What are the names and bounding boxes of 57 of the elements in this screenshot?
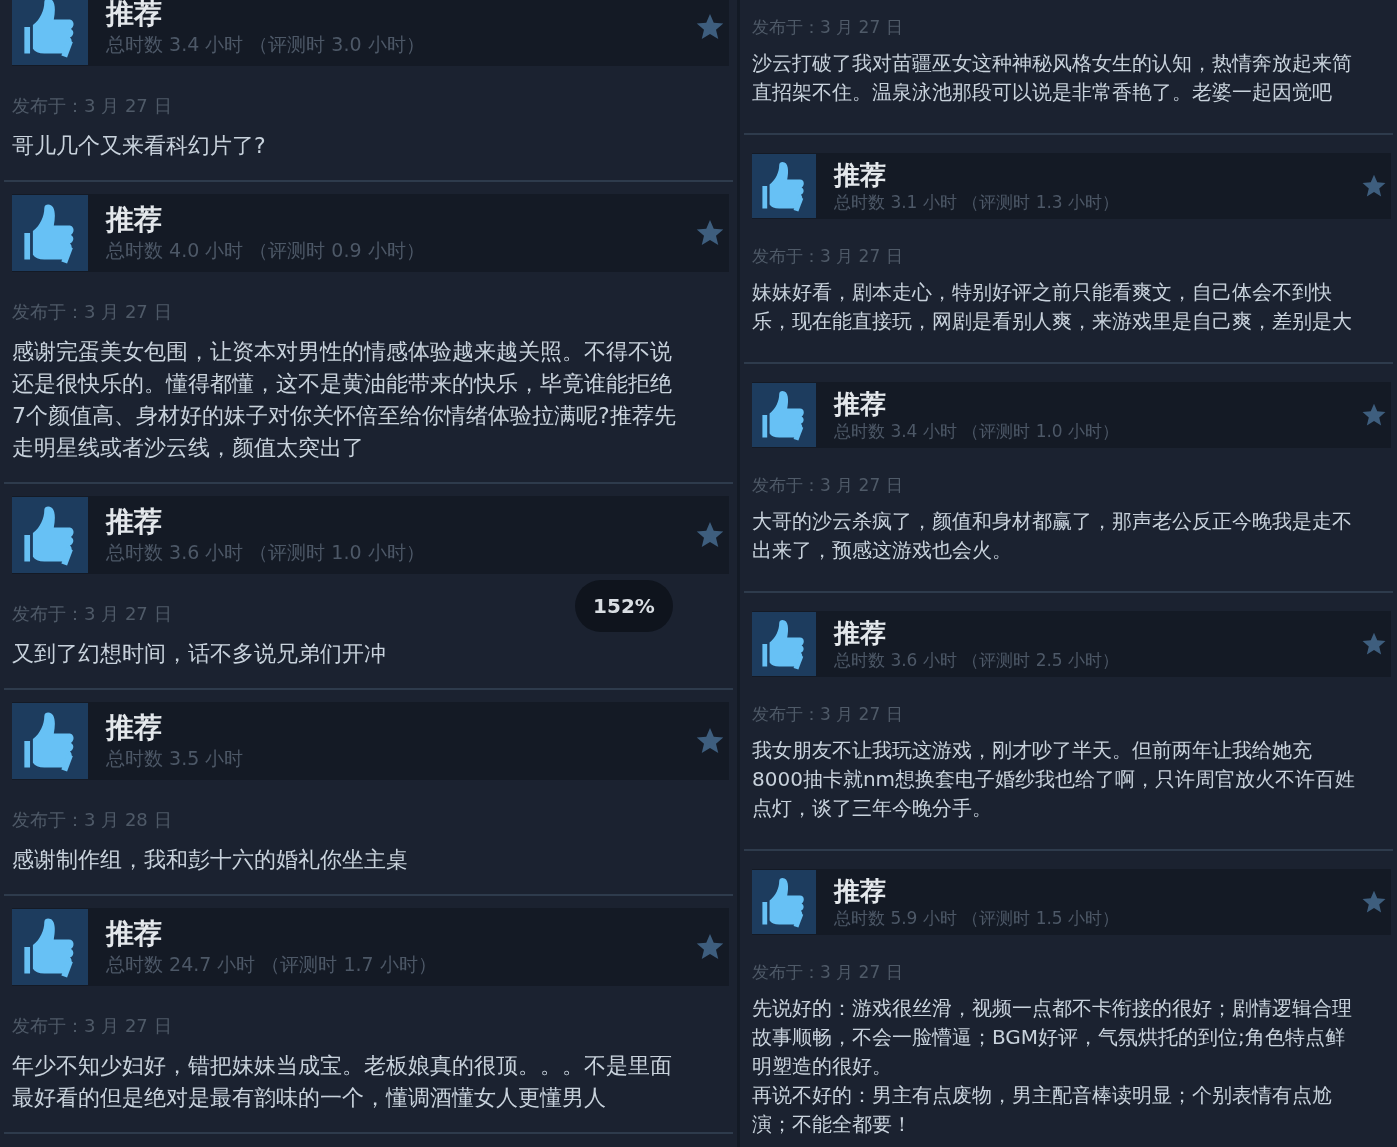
thumbs-up-icon	[752, 154, 816, 218]
review-text: 又到了幻想时间，话不多说兄弟们开冲	[12, 640, 387, 668]
review-text: 感谢完蛋美女包围，让资本对男性的情感体验越来越关照。不得不说 还是很快乐的。懂得都懂，这不是黄油能带来的快乐，毕竟谁能拒绝 7个颜值高、身材好的妹子对你关怀倍至给你情绪体验拉满呢?推荐先 走明星线或者沙云线，颜值太突出了	[12, 338, 677, 462]
recommend-label: 推荐	[834, 617, 887, 649]
thumbs-up-icon	[752, 612, 816, 676]
zoom-indicator: 152%	[575, 580, 673, 632]
thumbs-up-icon	[12, 0, 88, 65]
star-icon[interactable]	[695, 520, 725, 550]
thumbs-up-icon	[752, 383, 816, 447]
playtime-text: 总时数 3.6 小时 （评测时 1.0 小时）	[106, 540, 426, 565]
review-text: 沙云打破了我对苗疆巫女这种神秘风格女生的认知，热情奔放起来简 直招架不住。温泉泳池那段可以说是非常香艳了。老婆一起因觉吧	[752, 50, 1353, 106]
recommend-label: 推荐	[106, 505, 163, 539]
playtime-text: 总时数 24.7 小时 （评测时 1.7 小时）	[106, 952, 438, 977]
post-date: 发布于：3 月 27 日	[12, 300, 172, 324]
star-icon[interactable]	[1361, 173, 1387, 199]
post-date: 发布于：3 月 28 日	[12, 808, 172, 832]
playtime-text: 总时数 5.9 小时 （评测时 1.5 小时）	[834, 907, 1121, 929]
recommend-label: 推荐	[106, 711, 163, 745]
review-text: 年少不知少妇好，错把妹妹当成宝。老板娘真的很顶。。。不是里面 最好看的但是绝对是最有韵味的一个，懂调酒懂女人更懂男人	[12, 1052, 673, 1112]
playtime-text: 总时数 3.1 小时 （评测时 1.3 小时）	[834, 191, 1121, 213]
review-text: 感谢制作组，我和彭十六的婚礼你坐主桌	[12, 846, 409, 874]
review-text: 我女朋友不让我玩这游戏，刚才吵了半天。但前两年让我给她充 8000抽卡就nm想换套电子婚纱我也给了啊，只许周官放火不许百姓 点灯，谈了三年今晚分手。	[752, 737, 1357, 822]
post-date: 发布于：3 月 27 日	[12, 1014, 172, 1038]
review-text: 先说好的：游戏很丝滑，视频一点都不卡衔接的很好；剧情逻辑合理 故事顺畅，不会一脸懵逼；BGM好评，气氛烘托的到位;角色特点鲜 明塑造的很好。 再说不好的：男主有点废物，男主配音棒读明显；个别表情有点尬 演；不能全都要！	[752, 995, 1353, 1138]
star-icon[interactable]	[1361, 402, 1387, 428]
post-date: 发布于：3 月 27 日	[12, 94, 172, 118]
playtime-text: 总时数 3.4 小时 （评测时 3.0 小时）	[106, 32, 426, 57]
recommend-label: 推荐	[106, 203, 163, 237]
thumbs-up-icon	[12, 703, 88, 779]
recommend-label: 推荐	[834, 875, 887, 907]
star-icon[interactable]	[695, 726, 725, 756]
review-text: 哥儿几个又来看科幻片了?	[12, 132, 267, 160]
playtime-text: 总时数 3.4 小时 （评测时 1.0 小时）	[834, 420, 1121, 442]
recommend-label: 推荐	[834, 388, 887, 420]
recommend-label: 推荐	[834, 159, 887, 191]
thumbs-up-icon	[12, 497, 88, 573]
star-icon[interactable]	[1361, 631, 1387, 657]
playtime-text: 总时数 4.0 小时 （评测时 0.9 小时）	[106, 238, 426, 263]
review-text: 妹妹好看，剧本走心，特别好评之前只能看爽文，自己体会不到快 乐，现在能直接玩，网剧是看别人爽，来游戏里是自己爽，差别是大	[752, 279, 1353, 335]
post-date: 发布于：3 月 27 日	[752, 16, 903, 39]
playtime-text: 总时数 3.5 小时	[106, 746, 245, 771]
post-date: 发布于：3 月 27 日	[752, 474, 903, 497]
recommend-label: 推荐	[106, 917, 163, 951]
thumbs-up-icon	[12, 909, 88, 985]
post-date: 发布于：3 月 27 日	[752, 703, 903, 726]
review-text: 大哥的沙云杀疯了，颜值和身材都赢了，那声老公反正今晚我是走不 出来了，预感这游戏也会火。	[752, 508, 1353, 564]
star-icon[interactable]	[695, 218, 725, 248]
star-icon[interactable]	[695, 12, 725, 42]
star-icon[interactable]	[695, 932, 725, 962]
playtime-text: 总时数 3.6 小时 （评测时 2.5 小时）	[834, 649, 1121, 671]
post-date: 发布于：3 月 27 日	[12, 602, 172, 626]
thumbs-up-icon	[12, 195, 88, 271]
thumbs-up-icon	[752, 870, 816, 934]
star-icon[interactable]	[1361, 889, 1387, 915]
post-date: 发布于：3 月 27 日	[752, 961, 903, 984]
recommend-label: 推荐	[106, 0, 163, 31]
post-date: 发布于：3 月 27 日	[752, 245, 903, 268]
